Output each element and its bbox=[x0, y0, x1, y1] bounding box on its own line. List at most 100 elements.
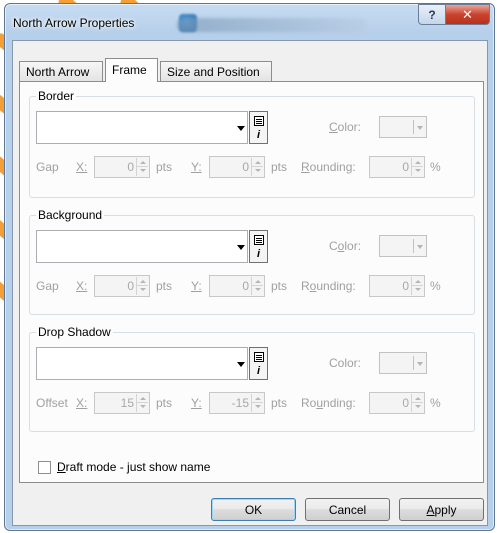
border-symbol-button[interactable]: i bbox=[249, 111, 268, 144]
tab-frame[interactable]: Frame bbox=[105, 58, 158, 82]
background-percent: % bbox=[430, 279, 441, 293]
border-style-combo[interactable] bbox=[36, 111, 248, 144]
ok-button[interactable]: OK bbox=[211, 498, 296, 521]
border-gap-y-spinner[interactable]: 0 bbox=[209, 156, 265, 178]
background-y-unit: pts bbox=[271, 279, 288, 293]
tab-label: North Arrow bbox=[26, 65, 90, 79]
drop-shadow-x-unit: pts bbox=[156, 396, 173, 410]
spinner-value: 0 bbox=[402, 396, 409, 410]
background-style-combo[interactable] bbox=[36, 230, 248, 263]
drop-shadow-color-picker[interactable] bbox=[379, 352, 427, 374]
draft-mode-checkbox[interactable] bbox=[38, 461, 51, 474]
info-icon: i bbox=[257, 365, 261, 377]
border-percent: % bbox=[430, 160, 441, 174]
border-color-picker[interactable] bbox=[379, 116, 427, 138]
chevron-down-icon bbox=[237, 362, 245, 367]
drop-shadow-x-label: X: bbox=[76, 396, 88, 410]
background-gap-x-spinner[interactable]: 0 bbox=[94, 275, 150, 297]
drop-shadow-symbol-button[interactable]: i bbox=[249, 347, 268, 380]
drop-shadow-rounding-spinner[interactable]: 0 bbox=[369, 392, 425, 414]
border-color-label: Color: bbox=[329, 120, 362, 134]
spinner-buttons[interactable] bbox=[136, 394, 148, 412]
chevron-down-icon bbox=[415, 169, 421, 172]
drop-shadow-group: Drop Shadow i Color: Offset X: 15 pts Y:… bbox=[29, 325, 475, 432]
chevron-down-icon bbox=[140, 405, 146, 408]
spinner-buttons[interactable] bbox=[411, 277, 423, 295]
cancel-button[interactable]: Cancel bbox=[305, 498, 390, 521]
tab-north-arrow[interactable]: North Arrow bbox=[19, 61, 103, 81]
background-color-picker[interactable] bbox=[379, 235, 427, 257]
drop-shadow-color-label: Color: bbox=[329, 356, 362, 370]
border-x-label: X: bbox=[76, 160, 88, 174]
apply-button[interactable]: Apply bbox=[399, 498, 484, 521]
close-button[interactable]: ✕ bbox=[445, 4, 490, 25]
chevron-down-icon bbox=[237, 126, 245, 131]
divider bbox=[413, 356, 414, 370]
spinner-buttons[interactable] bbox=[136, 277, 148, 295]
drop-shadow-rounding-label: Rounding: bbox=[301, 396, 356, 410]
info-icon: i bbox=[257, 248, 261, 260]
chevron-down-icon bbox=[417, 126, 423, 130]
background-group: Background i Color: Gap X: 0 pts Y: 0 pt… bbox=[29, 208, 475, 315]
chevron-up-icon bbox=[255, 161, 261, 164]
background-rounding-label: Rounding: bbox=[301, 279, 356, 293]
chevron-up-icon bbox=[415, 161, 421, 164]
tab-label: Frame bbox=[112, 63, 147, 77]
background-symbol-button[interactable]: i bbox=[249, 230, 268, 263]
border-group-label: Border bbox=[36, 89, 77, 103]
chevron-down-icon bbox=[140, 288, 146, 291]
background-x-label: X: bbox=[76, 279, 88, 293]
spinner-buttons[interactable] bbox=[251, 394, 263, 412]
background-color-label: Color: bbox=[329, 239, 362, 253]
border-y-label: Y: bbox=[191, 160, 202, 174]
title-bar[interactable]: North Arrow Properties ? ✕ bbox=[5, 4, 494, 40]
tab-size-and-position[interactable]: Size and Position bbox=[160, 61, 272, 81]
spinner-buttons[interactable] bbox=[251, 158, 263, 176]
background-rounding-spinner[interactable]: 0 bbox=[369, 275, 425, 297]
chevron-down-icon bbox=[237, 245, 245, 250]
chevron-down-icon bbox=[417, 362, 423, 366]
border-y-unit: pts bbox=[271, 160, 288, 174]
chevron-down-icon bbox=[417, 245, 423, 249]
chevron-down-icon bbox=[415, 288, 421, 291]
spinner-buttons[interactable] bbox=[136, 158, 148, 176]
chevron-down-icon bbox=[255, 288, 261, 291]
spinner-value: 0 bbox=[242, 279, 249, 293]
dialog-client-area: North Arrow Frame Size and Position Bord… bbox=[12, 40, 488, 526]
spinner-buttons[interactable] bbox=[411, 394, 423, 412]
chevron-down-icon bbox=[255, 405, 261, 408]
border-rounding-spinner[interactable]: 0 bbox=[369, 156, 425, 178]
ok-label: OK bbox=[244, 502, 263, 517]
background-gap-y-spinner[interactable]: 0 bbox=[209, 275, 265, 297]
spinner-buttons[interactable] bbox=[251, 277, 263, 295]
border-gap-x-spinner[interactable]: 0 bbox=[94, 156, 150, 178]
border-gap-label: Gap bbox=[36, 160, 59, 174]
chevron-up-icon bbox=[140, 397, 146, 400]
drop-shadow-percent: % bbox=[430, 396, 441, 410]
draft-mode-label[interactable]: Draft mode - just show name bbox=[57, 460, 210, 474]
apply-label: Apply bbox=[426, 502, 457, 517]
spinner-buttons[interactable] bbox=[411, 158, 423, 176]
symbol-properties-icon bbox=[254, 116, 264, 126]
drop-shadow-offset-y-spinner[interactable]: -15 bbox=[209, 392, 265, 414]
chevron-up-icon bbox=[415, 397, 421, 400]
window-title: North Arrow Properties bbox=[13, 16, 135, 30]
divider bbox=[413, 239, 414, 253]
drop-shadow-style-combo[interactable] bbox=[36, 347, 248, 380]
background-gap-label: Gap bbox=[36, 279, 59, 293]
tab-label: Size and Position bbox=[167, 65, 260, 79]
drop-shadow-offset-x-spinner[interactable]: 15 bbox=[94, 392, 150, 414]
background-group-label: Background bbox=[36, 208, 105, 222]
blurred-background-title bbox=[177, 18, 367, 32]
cancel-label: Cancel bbox=[328, 502, 367, 517]
symbol-properties-icon bbox=[254, 352, 264, 362]
spinner-value: 0 bbox=[127, 160, 134, 174]
symbol-properties-icon bbox=[254, 235, 264, 245]
drop-shadow-group-label: Drop Shadow bbox=[36, 325, 113, 339]
border-x-unit: pts bbox=[156, 160, 173, 174]
background-x-unit: pts bbox=[156, 279, 173, 293]
help-button[interactable]: ? bbox=[418, 4, 446, 25]
dialog-window: North Arrow Properties ? ✕ North Arrow F… bbox=[4, 3, 495, 531]
spinner-value: 15 bbox=[120, 396, 134, 410]
frame-tab-panel: Border i Color: Gap X: 0 pts Y: 0 pts Ro… bbox=[19, 81, 484, 483]
